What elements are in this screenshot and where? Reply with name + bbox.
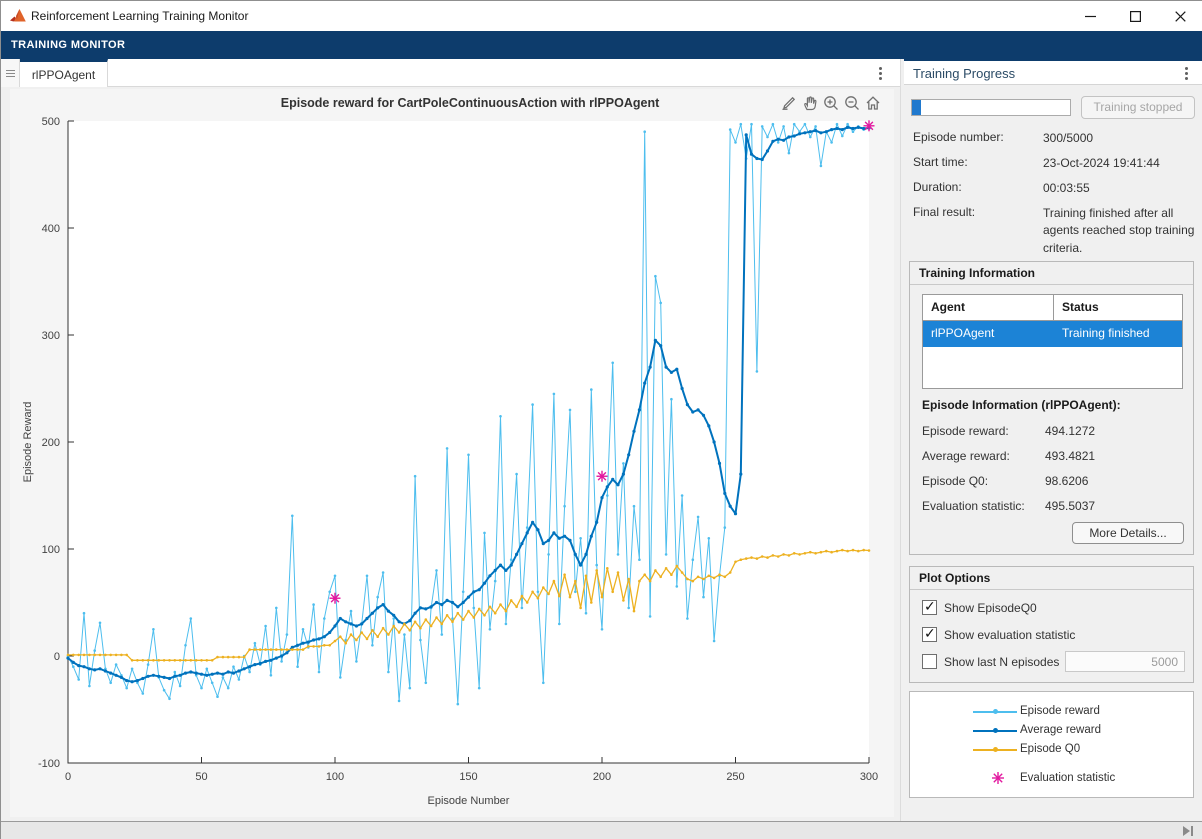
tab-rlppoagent[interactable]: rlPPOAgent xyxy=(20,59,108,87)
start-time-label: Start time: xyxy=(913,155,968,169)
close-button[interactable] xyxy=(1158,1,1202,31)
x-tick-label: 100 xyxy=(326,771,344,783)
show-last-n-option[interactable]: Show last N episodes xyxy=(922,654,1059,669)
x-tick-label: 150 xyxy=(459,771,477,783)
table-header-row: Agent Status xyxy=(923,295,1182,321)
ribbon-tab-training-monitor[interactable]: TRAINING MONITOR xyxy=(11,39,125,51)
panel-header: Training Progress xyxy=(904,61,1202,85)
column-header-status: Status xyxy=(1054,295,1182,320)
more-details-button[interactable]: More Details... xyxy=(1072,522,1184,544)
reward-chart[interactable]: -1000100200300400500050100150200250300Ep… xyxy=(10,89,894,817)
minimize-button[interactable] xyxy=(1068,1,1113,31)
y-tick-label: 200 xyxy=(42,437,60,449)
legend-item-evaluation-statistic: Evaluation statistic xyxy=(910,772,1195,786)
legend-label: Episode reward xyxy=(1020,705,1100,717)
legend-label: Episode Q0 xyxy=(1020,743,1080,755)
maximize-button[interactable] xyxy=(1113,1,1158,31)
episode-q0-dot xyxy=(993,747,998,752)
episode-reward-label: Episode reward: xyxy=(922,424,1009,438)
show-episodeq0-checkbox[interactable] xyxy=(922,600,937,615)
ribbon-bar: TRAINING MONITOR xyxy=(1,31,1202,59)
agent-cell: rlPPOAgent xyxy=(923,321,1054,347)
duration-label: Duration: xyxy=(913,180,962,194)
episode-q0-value: 98.6206 xyxy=(1045,474,1088,488)
collapse-panel-icon[interactable] xyxy=(1181,825,1195,837)
x-tick-label: 300 xyxy=(860,771,878,783)
start-time-value: 23-Oct-2024 19:41:44 xyxy=(1043,155,1195,172)
last-n-episodes-input[interactable] xyxy=(1065,651,1185,672)
panel-title: Training Progress xyxy=(913,66,1015,81)
status-bar xyxy=(1,821,1202,839)
title-bar: Reinforcement Learning Training Monitor xyxy=(1,1,1202,31)
episode-q0-label: Episode Q0: xyxy=(922,474,988,488)
episode-reward-dot xyxy=(993,709,998,714)
show-evaluation-option[interactable]: Show evaluation statistic xyxy=(922,627,1075,642)
app-window: Reinforcement Learning Training Monitor … xyxy=(0,0,1202,839)
x-axis-label: Episode Number xyxy=(428,795,510,807)
column-header-agent: Agent xyxy=(923,295,1054,320)
show-episodeq0-label: Show EpisodeQ0 xyxy=(944,601,1037,615)
y-tick-label: -100 xyxy=(38,758,60,770)
table-row[interactable]: rlPPOAgent Training finished xyxy=(923,321,1182,347)
duration-value: 00:03:55 xyxy=(1043,180,1195,197)
progress-fill xyxy=(912,100,921,115)
training-stopped-button[interactable]: Training stopped xyxy=(1081,96,1195,119)
matlab-logo-icon xyxy=(10,8,27,23)
training-information-section: Training Information Agent Status rlPPOA… xyxy=(909,261,1194,555)
y-axis-label: Episode Reward xyxy=(22,402,34,483)
average-reward-value: 493.4821 xyxy=(1045,449,1095,463)
training-progress-bar xyxy=(911,99,1071,116)
final-result-value: Training finished after all agents reach… xyxy=(1043,205,1195,257)
training-information-header: Training Information xyxy=(910,262,1193,285)
x-tick-label: 200 xyxy=(593,771,611,783)
evaluation-statistic-label: Evaluation statistic: xyxy=(922,499,1025,513)
episode-information-header: Episode Information (rlPPOAgent): xyxy=(922,398,1121,412)
episode-number-value: 300/5000 xyxy=(1043,130,1195,147)
show-evaluation-label: Show evaluation statistic xyxy=(944,628,1075,642)
show-evaluation-checkbox[interactable] xyxy=(922,627,937,642)
agent-status-table: Agent Status rlPPOAgent Training finishe… xyxy=(922,294,1183,389)
average-reward-label: Average reward: xyxy=(922,449,1010,463)
x-tick-label: 0 xyxy=(65,771,71,783)
training-progress-panel: Training Progress Training stopped Episo… xyxy=(904,59,1202,821)
y-tick-label: 0 xyxy=(54,651,60,663)
panel-menu-icon[interactable] xyxy=(1185,67,1188,80)
legend-item-episode-q0: Episode Q0 xyxy=(910,743,1195,757)
tab-list-icon[interactable] xyxy=(1,59,20,87)
chart-legend: Episode reward Average reward Episode Q0… xyxy=(909,691,1194,798)
average-reward-dot xyxy=(993,728,998,733)
show-episodeq0-option[interactable]: Show EpisodeQ0 xyxy=(922,600,1037,615)
evaluation-statistic-value: 495.5037 xyxy=(1045,499,1095,513)
figure-menu-icon[interactable] xyxy=(879,67,882,80)
legend-label: Average reward xyxy=(1020,724,1101,736)
figure-workspace: Episode reward for CartPoleContinuousAct… xyxy=(1,87,900,821)
plot-options-header: Plot Options xyxy=(910,567,1193,590)
x-tick-label: 50 xyxy=(195,771,207,783)
legend-item-average-reward: Average reward xyxy=(910,724,1195,738)
episode-reward-value: 494.1272 xyxy=(1045,424,1095,438)
show-last-n-checkbox[interactable] xyxy=(922,654,937,669)
y-tick-label: 500 xyxy=(42,116,60,128)
status-cell: Training finished xyxy=(1054,321,1182,347)
show-last-n-label: Show last N episodes xyxy=(944,655,1059,669)
final-result-label: Final result: xyxy=(913,205,975,219)
y-tick-label: 300 xyxy=(42,330,60,342)
evaluation-asterisk-icon xyxy=(990,770,1006,786)
legend-item-episode-reward: Episode reward xyxy=(910,705,1195,719)
x-tick-label: 250 xyxy=(726,771,744,783)
y-tick-label: 400 xyxy=(42,223,60,235)
plot-area[interactable] xyxy=(68,121,869,763)
legend-label: Evaluation statistic xyxy=(1020,772,1115,784)
document-tab-bar: rlPPOAgent xyxy=(1,59,900,87)
y-tick-label: 100 xyxy=(42,544,60,556)
window-title: Reinforcement Learning Training Monitor xyxy=(31,9,248,23)
plot-options-section: Plot Options Show EpisodeQ0 Show evaluat… xyxy=(909,566,1194,683)
episode-number-label: Episode number: xyxy=(913,130,1004,144)
figure-panel: Episode reward for CartPoleContinuousAct… xyxy=(10,89,894,817)
